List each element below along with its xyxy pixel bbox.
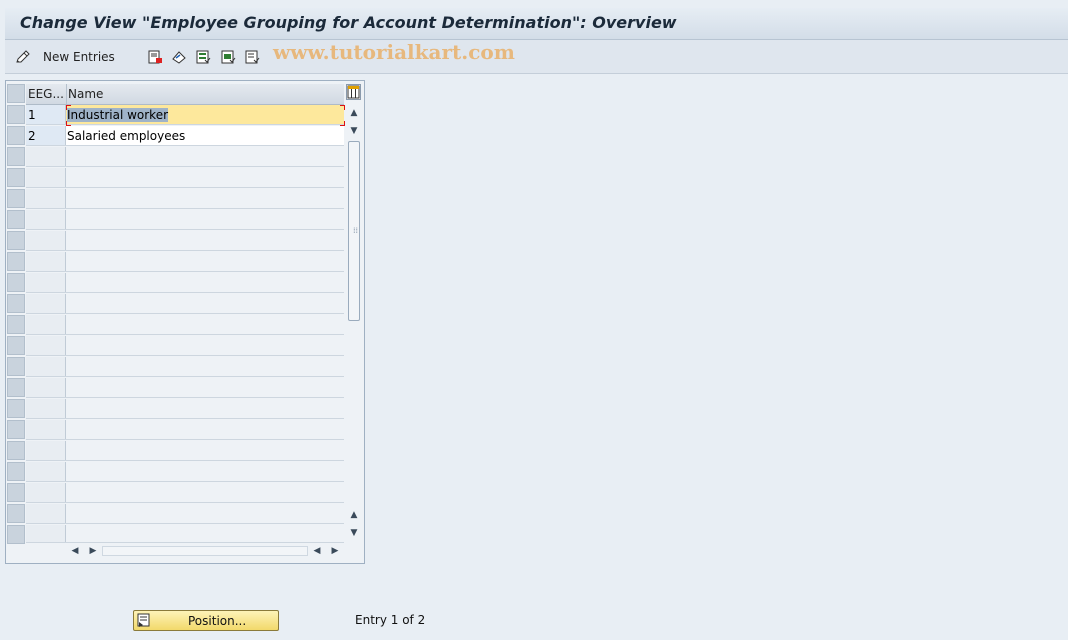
empty-row[interactable] — [26, 399, 344, 419]
eeg-cell[interactable]: 2 — [26, 126, 66, 145]
row-selector[interactable] — [7, 420, 25, 439]
select-block-button[interactable] — [220, 48, 236, 66]
scroll-up-bottom-icon[interactable]: ▲ — [346, 507, 362, 523]
undo-icon — [171, 49, 187, 65]
empty-row[interactable] — [26, 210, 344, 230]
scroll-right-icon[interactable]: ▶ — [328, 543, 342, 559]
empty-row[interactable] — [26, 315, 344, 335]
empty-row[interactable] — [26, 294, 344, 314]
row-selector[interactable] — [7, 231, 25, 250]
copy-rows-icon — [147, 49, 163, 65]
column-header-name[interactable]: Name — [68, 87, 103, 101]
row-selector[interactable] — [7, 378, 25, 397]
table-row[interactable]: 2 Salaried employees — [26, 126, 344, 146]
page-title: Change View "Employee Grouping for Accou… — [20, 13, 677, 32]
empty-row[interactable] — [26, 483, 344, 503]
name-cell[interactable]: Industrial worker — [66, 105, 344, 124]
empty-row[interactable] — [26, 252, 344, 272]
row-selector[interactable] — [7, 105, 25, 124]
row-selector[interactable] — [7, 357, 25, 376]
new-entries-label: New Entries — [43, 50, 115, 64]
row-selector[interactable] — [7, 168, 25, 187]
title-bar: Change View "Employee Grouping for Accou… — [5, 8, 1068, 40]
entry-counter: Entry 1 of 2 — [355, 613, 426, 627]
row-selector[interactable] — [7, 504, 25, 523]
select-all-button[interactable] — [195, 48, 211, 66]
empty-row[interactable] — [26, 336, 344, 356]
new-entries-button[interactable]: New Entries — [15, 48, 115, 66]
pencil-icon — [15, 49, 31, 65]
row-selector[interactable] — [7, 273, 25, 292]
row-selector[interactable] — [7, 252, 25, 271]
empty-row[interactable] — [26, 504, 344, 524]
row-selector[interactable] — [7, 462, 25, 481]
row-selector[interactable] — [7, 336, 25, 355]
row-selector-column — [7, 84, 25, 546]
position-icon — [137, 613, 151, 631]
position-button[interactable]: Position... — [133, 610, 279, 631]
table-settings-icon — [347, 85, 360, 102]
name-cell-text: Salaried employees — [67, 129, 186, 143]
scroll-right-icon[interactable]: ▶ — [86, 543, 100, 559]
deselect-all-icon — [244, 49, 260, 65]
focus-corner — [66, 105, 71, 110]
scroll-down-bottom-icon[interactable]: ▼ — [346, 525, 362, 541]
horizontal-scrollbar[interactable]: ◀ ▶ ◀ ▶ — [66, 543, 346, 559]
row-selector[interactable] — [7, 189, 25, 208]
table-body: 1 Industrial worker 2 Salaried employees — [26, 105, 345, 543]
row-selector[interactable] — [7, 147, 25, 166]
table-row[interactable]: 1 Industrial worker — [26, 105, 345, 126]
table-header: EEG... Name — [26, 84, 344, 105]
select-all-icon — [195, 49, 211, 65]
name-cell[interactable]: Salaried employees — [66, 126, 344, 145]
row-selector[interactable] — [7, 399, 25, 418]
vertical-scrollbar[interactable]: ▲ ▼ ⁞⁞ ▲ ▼ — [346, 105, 362, 543]
empty-row[interactable] — [26, 378, 344, 398]
scroll-thumb[interactable]: ⁞⁞ — [348, 141, 360, 321]
empty-row[interactable] — [26, 420, 344, 440]
watermark: www.tutorialkart.com — [273, 40, 515, 64]
scroll-down-icon[interactable]: ▼ — [346, 123, 362, 139]
focus-corner — [340, 105, 345, 110]
select-block-icon — [220, 49, 236, 65]
empty-row[interactable] — [26, 357, 344, 377]
empty-row[interactable] — [26, 273, 344, 293]
header-selector[interactable] — [7, 84, 25, 103]
row-selector[interactable] — [7, 525, 25, 544]
position-button-label: Position... — [188, 614, 247, 628]
undo-change-button[interactable] — [171, 48, 187, 66]
column-divider[interactable] — [66, 84, 67, 104]
empty-row[interactable] — [26, 147, 344, 167]
empty-row[interactable] — [26, 462, 344, 482]
column-header-eeg[interactable]: EEG... — [28, 87, 66, 101]
row-selector[interactable] — [7, 210, 25, 229]
deselect-all-button[interactable] — [244, 48, 260, 66]
application-toolbar: New Entries www.tutorialkart.com — [5, 40, 1068, 74]
empty-row[interactable] — [26, 168, 344, 188]
eeg-cell[interactable]: 1 — [26, 105, 66, 124]
empty-row[interactable] — [26, 231, 344, 251]
row-selector[interactable] — [7, 126, 25, 145]
horizontal-scroll-track[interactable] — [102, 546, 308, 556]
row-selector[interactable] — [7, 441, 25, 460]
grip-icon: ⁞⁞ — [353, 226, 359, 235]
row-selector[interactable] — [7, 483, 25, 502]
scroll-up-icon[interactable]: ▲ — [346, 105, 362, 121]
empty-row[interactable] — [26, 441, 344, 461]
row-selector[interactable] — [7, 315, 25, 334]
scroll-left-icon[interactable]: ◀ — [310, 543, 324, 559]
scroll-left-icon[interactable]: ◀ — [68, 543, 82, 559]
empty-row[interactable] — [26, 525, 344, 543]
empty-row[interactable] — [26, 189, 344, 209]
row-selector[interactable] — [7, 294, 25, 313]
copy-as-button[interactable] — [147, 48, 163, 66]
table-control: EEG... Name 1 Industrial worker 2 Salari… — [5, 80, 365, 564]
name-cell-text: Industrial worker — [67, 108, 169, 122]
column-settings-button[interactable] — [346, 84, 361, 100]
